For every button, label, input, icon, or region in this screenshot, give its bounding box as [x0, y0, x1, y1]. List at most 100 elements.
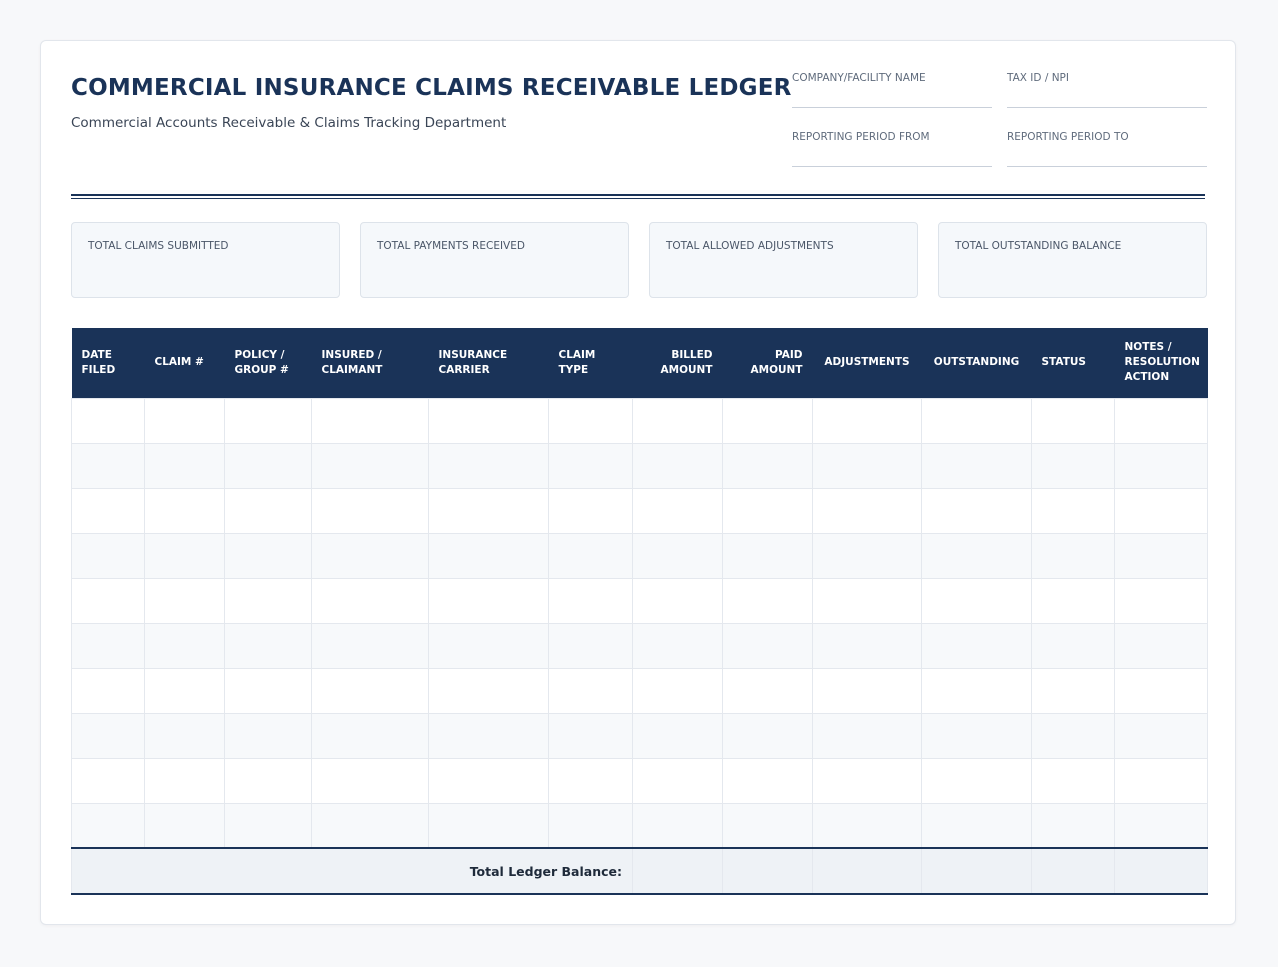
cell-insured-claimant[interactable]: [311, 487, 429, 534]
cell-insurance-carrier[interactable]: [428, 757, 549, 804]
cell-policy-group[interactable]: [224, 622, 312, 669]
cell-billed-amount[interactable]: [632, 397, 723, 444]
cell-claim-number[interactable]: [144, 577, 225, 624]
cell-claim-type[interactable]: [548, 802, 633, 849]
cell-insurance-carrier[interactable]: [428, 712, 549, 759]
cell-claim-number[interactable]: [144, 757, 225, 804]
cell-notes[interactable]: [1114, 577, 1208, 624]
cell-paid-amount[interactable]: [722, 667, 813, 714]
cell-claim-number[interactable]: [144, 802, 225, 849]
cell-claim-number[interactable]: [144, 532, 225, 579]
cell-insurance-carrier[interactable]: [428, 397, 549, 444]
cell-date-filed[interactable]: [71, 757, 145, 804]
cell-status[interactable]: [1031, 532, 1115, 579]
tax-id-field[interactable]: TAX ID / NPI: [1007, 72, 1207, 108]
cell-billed-amount[interactable]: [632, 487, 723, 534]
cell-policy-group[interactable]: [224, 577, 312, 624]
cell-insured-claimant[interactable]: [311, 532, 429, 579]
cell-claim-type[interactable]: [548, 442, 633, 489]
cell-adjustments[interactable]: [812, 397, 922, 444]
cell-claim-type[interactable]: [548, 622, 633, 669]
company-name-field[interactable]: COMPANY/FACILITY NAME: [792, 72, 992, 108]
cell-adjustments[interactable]: [812, 442, 922, 489]
cell-status[interactable]: [1031, 487, 1115, 534]
cell-paid-amount[interactable]: [722, 802, 813, 849]
cell-outstanding[interactable]: [921, 712, 1032, 759]
cell-billed-amount[interactable]: [632, 442, 723, 489]
cell-policy-group[interactable]: [224, 442, 312, 489]
cell-claim-type[interactable]: [548, 757, 633, 804]
cell-claim-number[interactable]: [144, 712, 225, 759]
cell-policy-group[interactable]: [224, 712, 312, 759]
cell-insurance-carrier[interactable]: [428, 622, 549, 669]
cell-insured-claimant[interactable]: [311, 622, 429, 669]
cell-policy-group[interactable]: [224, 397, 312, 444]
cell-insurance-carrier[interactable]: [428, 577, 549, 624]
cell-status[interactable]: [1031, 712, 1115, 759]
cell-paid-amount[interactable]: [722, 622, 813, 669]
cell-date-filed[interactable]: [71, 622, 145, 669]
cell-date-filed[interactable]: [71, 532, 145, 579]
total-outstanding-cell[interactable]: [921, 847, 1032, 895]
total-billed-cell[interactable]: [632, 847, 723, 895]
cell-outstanding[interactable]: [921, 442, 1032, 489]
cell-paid-amount[interactable]: [722, 757, 813, 804]
cell-paid-amount[interactable]: [722, 487, 813, 534]
cell-adjustments[interactable]: [812, 667, 922, 714]
cell-date-filed[interactable]: [71, 802, 145, 849]
cell-status[interactable]: [1031, 442, 1115, 489]
cell-claim-type[interactable]: [548, 577, 633, 624]
cell-notes[interactable]: [1114, 757, 1208, 804]
cell-insured-claimant[interactable]: [311, 757, 429, 804]
cell-outstanding[interactable]: [921, 487, 1032, 534]
cell-paid-amount[interactable]: [722, 712, 813, 759]
cell-billed-amount[interactable]: [632, 577, 723, 624]
cell-insurance-carrier[interactable]: [428, 532, 549, 579]
cell-policy-group[interactable]: [224, 757, 312, 804]
cell-outstanding[interactable]: [921, 532, 1032, 579]
cell-claim-type[interactable]: [548, 397, 633, 444]
cell-claim-number[interactable]: [144, 667, 225, 714]
period-from-field[interactable]: REPORTING PERIOD FROM: [792, 131, 992, 167]
cell-insured-claimant[interactable]: [311, 667, 429, 714]
cell-status[interactable]: [1031, 757, 1115, 804]
cell-adjustments[interactable]: [812, 757, 922, 804]
cell-claim-type[interactable]: [548, 712, 633, 759]
cell-insurance-carrier[interactable]: [428, 442, 549, 489]
cell-insured-claimant[interactable]: [311, 712, 429, 759]
cell-adjustments[interactable]: [812, 712, 922, 759]
cell-outstanding[interactable]: [921, 802, 1032, 849]
cell-notes[interactable]: [1114, 442, 1208, 489]
cell-outstanding[interactable]: [921, 397, 1032, 444]
cell-insured-claimant[interactable]: [311, 577, 429, 624]
cell-status[interactable]: [1031, 802, 1115, 849]
cell-date-filed[interactable]: [71, 577, 145, 624]
cell-date-filed[interactable]: [71, 397, 145, 444]
cell-outstanding[interactable]: [921, 667, 1032, 714]
cell-claim-number[interactable]: [144, 397, 225, 444]
cell-paid-amount[interactable]: [722, 442, 813, 489]
cell-insurance-carrier[interactable]: [428, 667, 549, 714]
cell-status[interactable]: [1031, 397, 1115, 444]
cell-claim-type[interactable]: [548, 487, 633, 534]
cell-policy-group[interactable]: [224, 802, 312, 849]
cell-adjustments[interactable]: [812, 532, 922, 579]
cell-paid-amount[interactable]: [722, 577, 813, 624]
cell-adjustments[interactable]: [812, 577, 922, 624]
cell-date-filed[interactable]: [71, 487, 145, 534]
cell-outstanding[interactable]: [921, 577, 1032, 624]
period-to-field[interactable]: REPORTING PERIOD TO: [1007, 131, 1207, 167]
cell-claim-type[interactable]: [548, 667, 633, 714]
cell-insured-claimant[interactable]: [311, 397, 429, 444]
cell-adjustments[interactable]: [812, 622, 922, 669]
cell-status[interactable]: [1031, 667, 1115, 714]
cell-insured-claimant[interactable]: [311, 442, 429, 489]
cell-billed-amount[interactable]: [632, 532, 723, 579]
cell-paid-amount[interactable]: [722, 397, 813, 444]
cell-notes[interactable]: [1114, 397, 1208, 444]
cell-claim-number[interactable]: [144, 622, 225, 669]
cell-policy-group[interactable]: [224, 487, 312, 534]
cell-insured-claimant[interactable]: [311, 802, 429, 849]
cell-notes[interactable]: [1114, 532, 1208, 579]
cell-policy-group[interactable]: [224, 667, 312, 714]
